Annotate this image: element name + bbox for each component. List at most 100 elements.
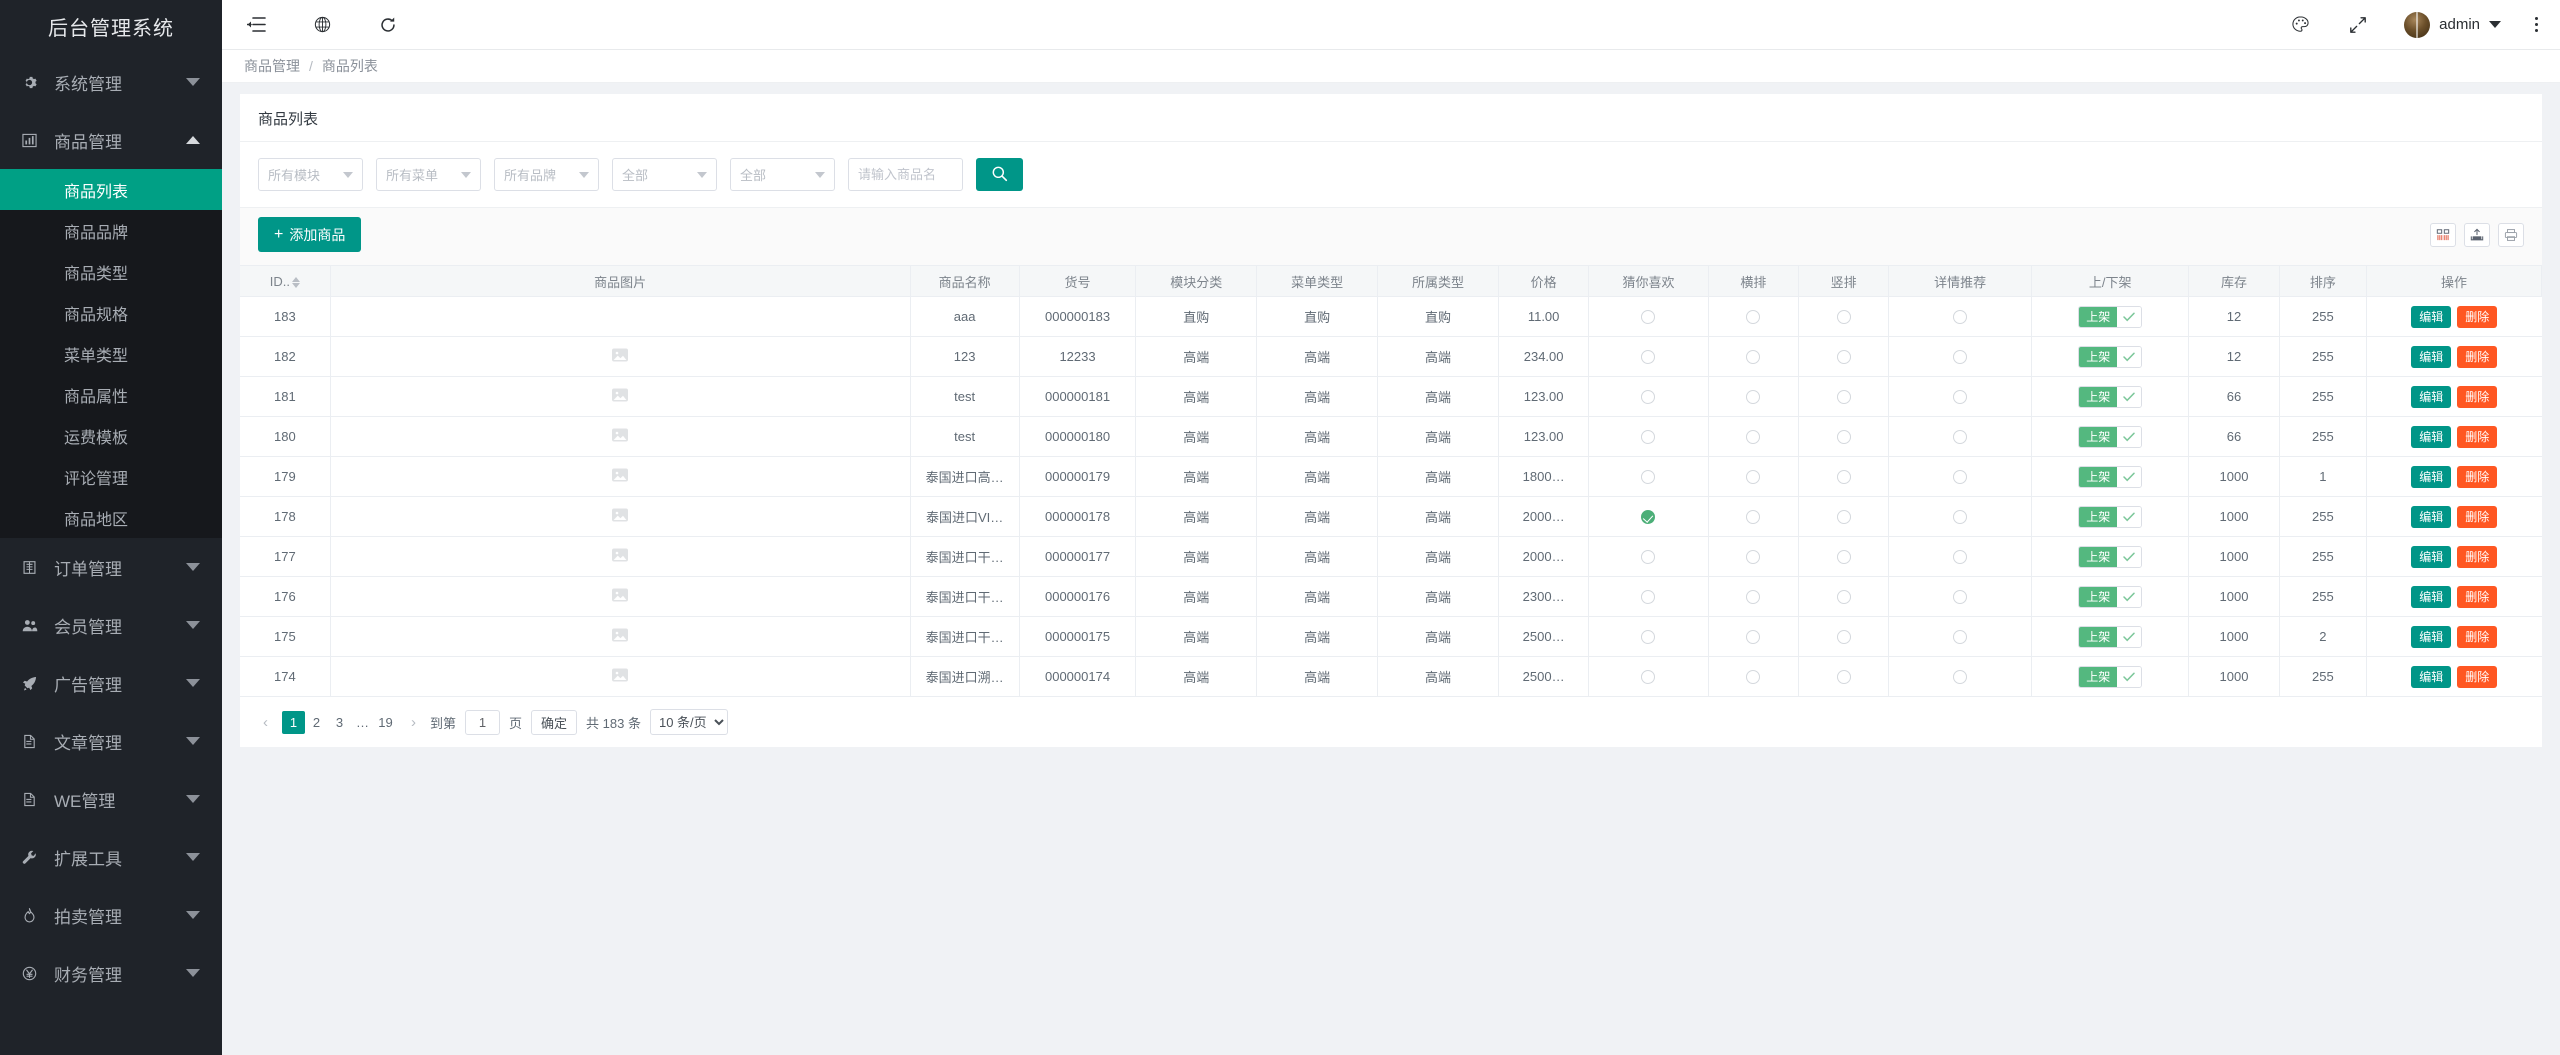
delete-button[interactable]: 删除 — [2457, 506, 2497, 528]
unchecked-circle-icon[interactable] — [1837, 550, 1851, 564]
unchecked-circle-icon[interactable] — [1837, 350, 1851, 364]
unchecked-circle-icon[interactable] — [1641, 390, 1655, 404]
filter-module-select[interactable]: 所有模块 — [258, 158, 363, 191]
delete-button[interactable]: 删除 — [2457, 466, 2497, 488]
edit-button[interactable]: 编辑 — [2411, 546, 2451, 568]
page-number-3[interactable]: … — [351, 711, 374, 734]
export-icon[interactable] — [2464, 223, 2490, 247]
unchecked-circle-icon[interactable] — [1837, 590, 1851, 604]
status-switch[interactable]: 上架 — [2078, 626, 2142, 648]
status-switch[interactable]: 上架 — [2078, 386, 2142, 408]
page-number-0[interactable]: 1 — [282, 711, 305, 734]
sidebar-item-2[interactable]: 订单管理 — [0, 538, 222, 596]
edit-button[interactable]: 编辑 — [2411, 306, 2451, 328]
fullscreen-icon[interactable] — [2346, 13, 2370, 37]
sort-icon[interactable] — [292, 277, 300, 288]
edit-button[interactable]: 编辑 — [2411, 586, 2451, 608]
unchecked-circle-icon[interactable] — [1953, 590, 1967, 604]
status-switch[interactable]: 上架 — [2078, 546, 2142, 568]
page-number-1[interactable]: 2 — [305, 711, 328, 734]
unchecked-circle-icon[interactable] — [1746, 590, 1760, 604]
sidebar-subitem-1-6[interactable]: 运费模板 — [0, 415, 222, 456]
page-number-2[interactable]: 3 — [328, 711, 351, 734]
unchecked-circle-icon[interactable] — [1746, 630, 1760, 644]
columns-icon[interactable] — [2430, 223, 2456, 247]
user-menu[interactable]: admin — [2404, 12, 2501, 38]
unchecked-circle-icon[interactable] — [1641, 590, 1655, 604]
status-switch[interactable]: 上架 — [2078, 426, 2142, 448]
unchecked-circle-icon[interactable] — [1746, 350, 1760, 364]
add-product-button[interactable]: + 添加商品 — [258, 217, 361, 252]
unchecked-circle-icon[interactable] — [1641, 630, 1655, 644]
sidebar-subitem-1-4[interactable]: 菜单类型 — [0, 333, 222, 374]
breadcrumb-parent[interactable]: 商品管理 — [244, 56, 300, 76]
jump-confirm-button[interactable]: 确定 — [531, 710, 577, 735]
jump-page-input[interactable] — [465, 710, 500, 735]
sidebar-subitem-1-0[interactable]: 商品列表 — [0, 169, 222, 210]
sidebar-item-6[interactable]: WE管理 — [0, 770, 222, 828]
status-switch[interactable]: 上架 — [2078, 306, 2142, 328]
page-size-select[interactable]: 10 条/页 — [650, 709, 728, 735]
unchecked-circle-icon[interactable] — [1746, 390, 1760, 404]
unchecked-circle-icon[interactable] — [1953, 350, 1967, 364]
page-number-4[interactable]: 19 — [374, 711, 397, 734]
unchecked-circle-icon[interactable] — [1837, 670, 1851, 684]
delete-button[interactable]: 删除 — [2457, 386, 2497, 408]
edit-button[interactable]: 编辑 — [2411, 666, 2451, 688]
chevron-right-icon[interactable]: › — [406, 714, 421, 731]
filter-brand-select[interactable]: 所有品牌 — [494, 158, 599, 191]
edit-button[interactable]: 编辑 — [2411, 346, 2451, 368]
unchecked-circle-icon[interactable] — [1837, 630, 1851, 644]
unchecked-circle-icon[interactable] — [1746, 510, 1760, 524]
unchecked-circle-icon[interactable] — [1953, 390, 1967, 404]
more-vertical-icon[interactable] — [2535, 17, 2538, 32]
sidebar-item-0[interactable]: 系统管理 — [0, 53, 222, 111]
delete-button[interactable]: 删除 — [2457, 546, 2497, 568]
unchecked-circle-icon[interactable] — [1953, 510, 1967, 524]
sidebar-subitem-1-5[interactable]: 商品属性 — [0, 374, 222, 415]
unchecked-circle-icon[interactable] — [1953, 310, 1967, 324]
sidebar-item-9[interactable]: 财务管理 — [0, 944, 222, 1002]
unchecked-circle-icon[interactable] — [1746, 430, 1760, 444]
unchecked-circle-icon[interactable] — [1837, 390, 1851, 404]
filter-menu-select[interactable]: 所有菜单 — [376, 158, 481, 191]
print-icon[interactable] — [2498, 223, 2524, 247]
edit-button[interactable]: 编辑 — [2411, 506, 2451, 528]
palette-icon[interactable] — [2288, 13, 2312, 37]
chevron-left-icon[interactable]: ‹ — [258, 714, 273, 731]
status-switch[interactable]: 上架 — [2078, 346, 2142, 368]
unchecked-circle-icon[interactable] — [1641, 670, 1655, 684]
unchecked-circle-icon[interactable] — [1746, 470, 1760, 484]
unchecked-circle-icon[interactable] — [1953, 670, 1967, 684]
unchecked-circle-icon[interactable] — [1641, 350, 1655, 364]
status-switch[interactable]: 上架 — [2078, 666, 2142, 688]
sidebar-item-3[interactable]: 会员管理 — [0, 596, 222, 654]
status-switch[interactable]: 上架 — [2078, 466, 2142, 488]
filter-type1-select[interactable]: 全部 — [612, 158, 717, 191]
table-header-0[interactable]: ID.. — [240, 266, 330, 297]
unchecked-circle-icon[interactable] — [1641, 430, 1655, 444]
sidebar-item-5[interactable]: 文章管理 — [0, 712, 222, 770]
delete-button[interactable]: 删除 — [2457, 306, 2497, 328]
delete-button[interactable]: 删除 — [2457, 586, 2497, 608]
edit-button[interactable]: 编辑 — [2411, 386, 2451, 408]
unchecked-circle-icon[interactable] — [1953, 470, 1967, 484]
unchecked-circle-icon[interactable] — [1837, 510, 1851, 524]
unchecked-circle-icon[interactable] — [1837, 310, 1851, 324]
unchecked-circle-icon[interactable] — [1953, 430, 1967, 444]
delete-button[interactable]: 删除 — [2457, 426, 2497, 448]
unchecked-circle-icon[interactable] — [1953, 550, 1967, 564]
refresh-icon[interactable] — [376, 13, 400, 37]
unchecked-circle-icon[interactable] — [1746, 550, 1760, 564]
sidebar-subitem-1-1[interactable]: 商品品牌 — [0, 210, 222, 251]
unchecked-circle-icon[interactable] — [1837, 470, 1851, 484]
delete-button[interactable]: 删除 — [2457, 626, 2497, 648]
edit-button[interactable]: 编辑 — [2411, 426, 2451, 448]
unchecked-circle-icon[interactable] — [1641, 470, 1655, 484]
unchecked-circle-icon[interactable] — [1837, 430, 1851, 444]
sidebar-subitem-1-2[interactable]: 商品类型 — [0, 251, 222, 292]
filter-type2-select[interactable]: 全部 — [730, 158, 835, 191]
sidebar-item-4[interactable]: 广告管理 — [0, 654, 222, 712]
unchecked-circle-icon[interactable] — [1953, 630, 1967, 644]
unchecked-circle-icon[interactable] — [1641, 550, 1655, 564]
